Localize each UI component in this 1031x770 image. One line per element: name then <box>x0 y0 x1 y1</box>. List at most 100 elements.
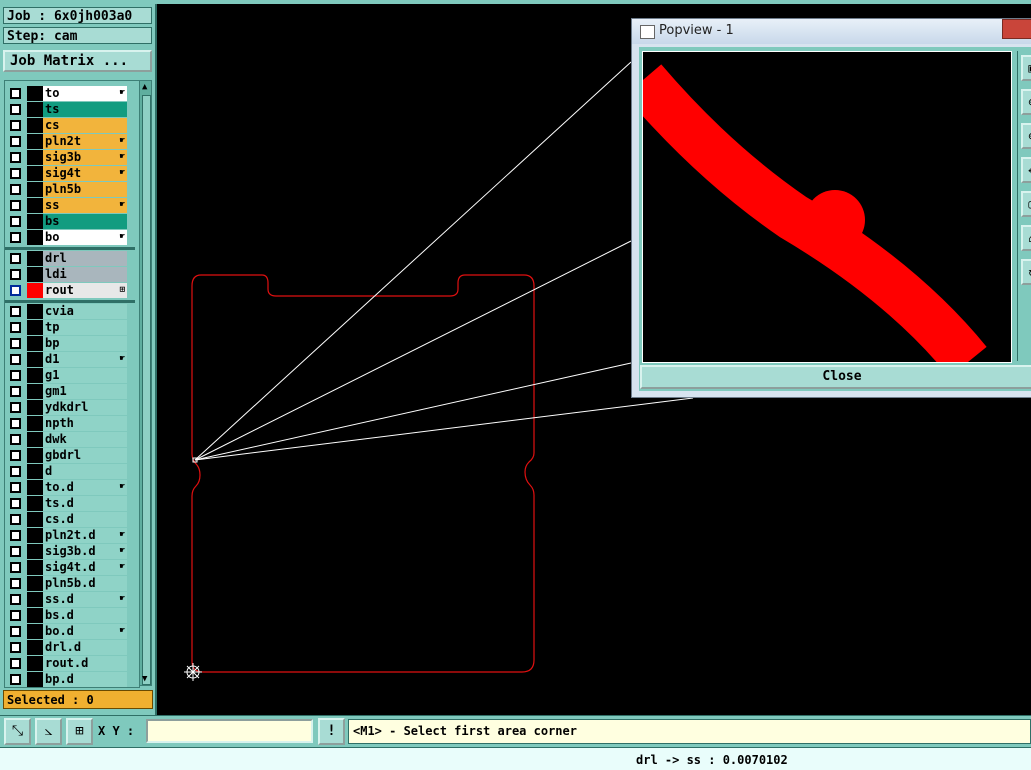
layer-name[interactable]: sig4t.d ☛ <box>43 560 127 575</box>
layer-row[interactable]: sig4t.d ☛ <box>7 560 137 575</box>
layer-display-swatch[interactable] <box>27 134 43 149</box>
layer-row[interactable]: g1 <box>7 368 137 383</box>
layer-checkbox[interactable] <box>10 562 21 573</box>
layer-display-swatch[interactable] <box>27 576 43 591</box>
layer-name[interactable]: bp.d <box>43 672 127 687</box>
layer-row[interactable]: ts <box>7 102 137 117</box>
layer-display-swatch[interactable] <box>27 512 43 527</box>
layer-checkbox[interactable] <box>10 285 21 296</box>
layer-checkbox[interactable] <box>10 136 21 147</box>
xy-input[interactable] <box>146 719 313 743</box>
job-matrix-button[interactable]: Job Matrix ... <box>3 50 152 72</box>
layer-checkbox[interactable] <box>10 152 21 163</box>
zoom-in-icon[interactable]: ⊕ <box>1021 89 1031 115</box>
layer-display-swatch[interactable] <box>27 560 43 575</box>
layer-name[interactable]: bs.d <box>43 608 127 623</box>
layer-row[interactable]: bs.d <box>7 608 137 623</box>
layer-name[interactable]: cvia <box>43 304 127 319</box>
layer-display-swatch[interactable] <box>27 592 43 607</box>
layer-checkbox[interactable] <box>10 482 21 493</box>
layer-row[interactable]: bp.d <box>7 672 137 687</box>
layer-name[interactable]: dwk <box>43 432 127 447</box>
popview-titlebar[interactable]: Popview - 1 <box>632 19 1031 44</box>
layer-checkbox[interactable] <box>10 450 21 461</box>
layer-name[interactable]: sig3b ☛ <box>43 150 127 165</box>
layer-display-swatch[interactable] <box>27 416 43 431</box>
layer-name[interactable]: ts <box>43 102 127 117</box>
layer-checkbox[interactable] <box>10 498 21 509</box>
layer-display-swatch[interactable] <box>27 182 43 197</box>
layer-name[interactable]: tp <box>43 320 127 335</box>
layer-checkbox[interactable] <box>10 322 21 333</box>
layer-display-swatch[interactable] <box>27 230 43 245</box>
layer-row[interactable]: pln2t.d ☛ <box>7 528 137 543</box>
layer-row[interactable]: ss ☛ <box>7 198 137 213</box>
layer-row[interactable]: npth <box>7 416 137 431</box>
grid-snap-icon[interactable]: ⊞ <box>66 718 93 745</box>
layer-name[interactable]: rout ⊞ <box>43 283 127 298</box>
layer-checkbox[interactable] <box>10 418 21 429</box>
layer-name[interactable]: npth <box>43 416 127 431</box>
layer-row[interactable]: drl <box>7 251 137 266</box>
layer-display-swatch[interactable] <box>27 384 43 399</box>
layer-display-swatch[interactable] <box>27 320 43 335</box>
zoom-home-icon[interactable]: ⌂ <box>1021 225 1031 251</box>
layer-display-swatch[interactable] <box>27 198 43 213</box>
layer-display-swatch[interactable] <box>27 251 43 266</box>
layer-name[interactable]: bo ☛ <box>43 230 127 245</box>
layer-display-swatch[interactable] <box>27 150 43 165</box>
layer-name[interactable]: gm1 <box>43 384 127 399</box>
layer-name[interactable]: to ☛ <box>43 86 127 101</box>
layer-row[interactable]: ts.d <box>7 496 137 511</box>
layer-display-swatch[interactable] <box>27 368 43 383</box>
layer-name[interactable]: drl.d <box>43 640 127 655</box>
layer-checkbox[interactable] <box>10 674 21 685</box>
layer-checkbox[interactable] <box>10 642 21 653</box>
layer-name[interactable]: ydkdrl <box>43 400 127 415</box>
layer-name[interactable]: cs <box>43 118 127 133</box>
layer-display-swatch[interactable] <box>27 214 43 229</box>
layer-checkbox[interactable] <box>10 104 21 115</box>
zoom-fit-icon[interactable]: ▣ <box>1021 55 1031 81</box>
layer-row[interactable]: ydkdrl <box>7 400 137 415</box>
layer-name[interactable]: bs <box>43 214 127 229</box>
layer-row[interactable]: sig4t ☛ <box>7 166 137 181</box>
layer-display-swatch[interactable] <box>27 118 43 133</box>
layer-display-swatch[interactable] <box>27 352 43 367</box>
layer-row[interactable]: pln2t ☛ <box>7 134 137 149</box>
layer-row[interactable]: cs.d <box>7 512 137 527</box>
layer-row[interactable]: cs <box>7 118 137 133</box>
layer-name[interactable]: bp <box>43 336 127 351</box>
layer-row[interactable]: bs <box>7 214 137 229</box>
layer-list-scrollbar[interactable]: ▲ ▼ <box>139 80 152 686</box>
layer-checkbox[interactable] <box>10 200 21 211</box>
pan-icon[interactable]: ✥ <box>1021 157 1031 183</box>
layer-checkbox[interactable] <box>10 88 21 99</box>
layer-checkbox[interactable] <box>10 594 21 605</box>
layer-name[interactable]: pln2t ☛ <box>43 134 127 149</box>
layer-checkbox[interactable] <box>10 530 21 541</box>
layer-row[interactable]: bp <box>7 336 137 351</box>
layer-display-swatch[interactable] <box>27 608 43 623</box>
layer-checkbox[interactable] <box>10 546 21 557</box>
layer-name[interactable]: to.d ☛ <box>43 480 127 495</box>
layer-name[interactable]: ss ☛ <box>43 198 127 213</box>
layer-row[interactable]: pln5b <box>7 182 137 197</box>
measure-icon[interactable]: ⦣ <box>35 718 62 745</box>
layer-checkbox[interactable] <box>10 306 21 317</box>
layer-row[interactable]: to ☛ <box>7 86 137 101</box>
layer-display-swatch[interactable] <box>27 624 43 639</box>
layer-row[interactable]: pln5b.d <box>7 576 137 591</box>
layer-checkbox[interactable] <box>10 168 21 179</box>
popview-close-button[interactable]: Close <box>640 365 1031 389</box>
layer-name[interactable]: pln5b <box>43 182 127 197</box>
layer-name[interactable]: ts.d <box>43 496 127 511</box>
layer-row[interactable]: sig3b.d ☛ <box>7 544 137 559</box>
layer-row[interactable]: bo.d ☛ <box>7 624 137 639</box>
zoom-box-icon[interactable]: ▢ <box>1021 191 1031 217</box>
layer-row[interactable]: tp <box>7 320 137 335</box>
zoom-window-icon[interactable]: ⤡ <box>4 718 31 745</box>
layer-row[interactable]: sig3b ☛ <box>7 150 137 165</box>
layer-checkbox[interactable] <box>10 354 21 365</box>
popview-zoom-view[interactable] <box>642 51 1012 363</box>
